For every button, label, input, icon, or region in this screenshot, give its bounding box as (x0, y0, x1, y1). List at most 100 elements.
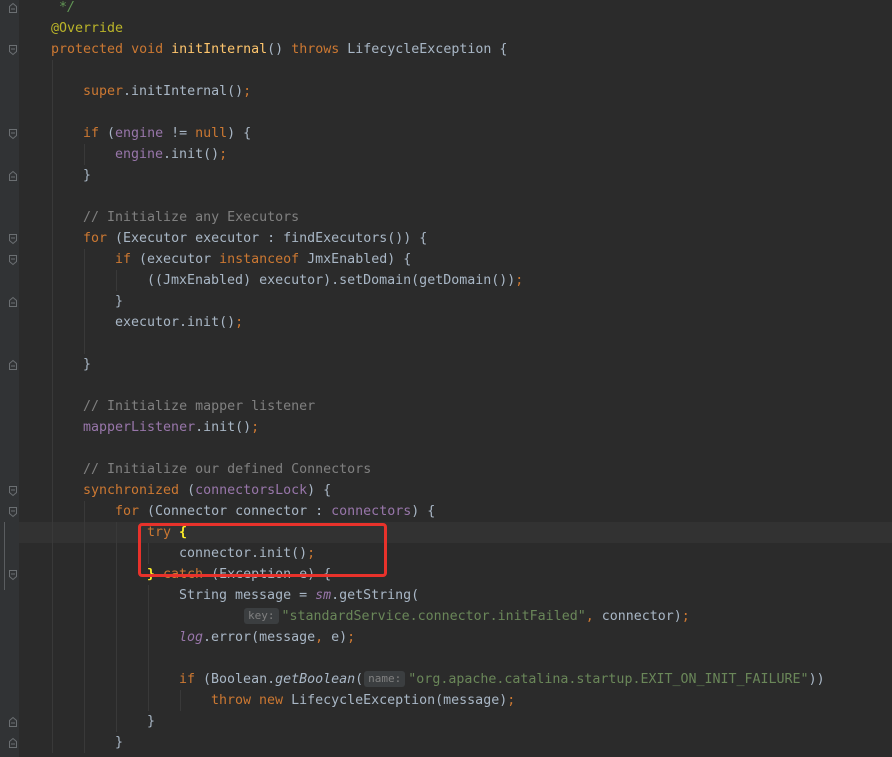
fold-marker-end-icon[interactable] (8, 170, 18, 182)
keyword: if (179, 672, 204, 687)
fold-marker-collapse-icon[interactable] (8, 233, 18, 245)
fold-marker-collapse-icon[interactable] (8, 569, 18, 581)
fold-marker-end-icon[interactable] (8, 296, 18, 308)
code-line[interactable]: } (19, 165, 892, 186)
code-text: (Boolean. (203, 672, 276, 687)
fold-marker-collapse-icon[interactable] (8, 254, 18, 266)
keyword: throw new (211, 693, 292, 708)
code-area[interactable]: */ @Override protected void initInternal… (19, 0, 892, 753)
string-literal: "standardService.connector.initFailed" (281, 609, 586, 624)
code-line[interactable] (19, 438, 892, 459)
method-name: initInternal (171, 42, 268, 57)
code-line[interactable]: // Initialize mapper listener (19, 396, 892, 417)
comma: , (585, 609, 602, 624)
code-line[interactable]: synchronized (connectorsLock) { (19, 480, 892, 501)
code-line[interactable]: for (Connector connector : connectors) { (19, 501, 892, 522)
code-line[interactable]: for (Executor executor : findExecutors()… (19, 228, 892, 249)
code-text: .init() (195, 420, 252, 435)
vcs-change-marker[interactable] (4, 522, 5, 590)
semicolon: ; (515, 273, 524, 288)
parameter-name-hint: name: (364, 671, 406, 687)
fold-marker-collapse-icon[interactable] (8, 128, 18, 140)
code-line[interactable] (19, 333, 892, 354)
code-line[interactable] (19, 102, 892, 123)
code-line[interactable]: if (Boolean.getBoolean(name: "org.apache.… (19, 669, 892, 690)
semicolon: ; (507, 693, 516, 708)
code-text: LifecycleException { (347, 42, 508, 57)
field-reference: engine (115, 147, 164, 162)
code-text: } (115, 735, 124, 750)
comma: , (315, 630, 332, 645)
field-reference: connectorsLock (195, 483, 308, 498)
fold-marker-end-icon[interactable] (8, 716, 18, 728)
fold-marker-collapse-icon[interactable] (8, 485, 18, 497)
static-field-reference: sm (315, 588, 332, 603)
code-text: ) { (411, 504, 436, 519)
code-line[interactable]: super.initInternal(); (19, 81, 892, 102)
annotation: @Override (51, 21, 124, 36)
code-line[interactable]: } (19, 732, 892, 753)
semicolon: ; (681, 609, 690, 624)
code-line[interactable]: protected void initInternal() throws Lif… (19, 39, 892, 60)
static-field-reference: log (179, 630, 204, 645)
code-text: ) { (227, 126, 252, 141)
code-text: e) (331, 630, 348, 645)
code-line[interactable]: throw new LifecycleException(message); (19, 690, 892, 711)
code-line[interactable]: @Override (19, 18, 892, 39)
code-line[interactable]: log.error(message, e); (19, 627, 892, 648)
semicolon: ; (219, 147, 228, 162)
code-line[interactable] (19, 186, 892, 207)
fold-marker-end-icon[interactable] (8, 359, 18, 371)
code-text: LifecycleException(message) (291, 693, 508, 708)
code-line[interactable]: ((JmxEnabled) executor).setDomain(getDom… (19, 270, 892, 291)
code-text: ( (187, 483, 196, 498)
code-text: .initInternal() (123, 84, 244, 99)
code-text: != (163, 126, 196, 141)
code-text: ((JmxEnabled) executor).setDomain(getDom… (147, 273, 516, 288)
keyword: if (83, 126, 108, 141)
code-line[interactable]: if (engine != null) { (19, 123, 892, 144)
keyword: for (115, 504, 148, 519)
keyword: synchronized (83, 483, 188, 498)
code-line[interactable]: // Initialize our defined Connectors (19, 459, 892, 480)
code-line[interactable]: } (19, 354, 892, 375)
code-text: ) { (307, 483, 332, 498)
code-line[interactable] (19, 648, 892, 669)
fold-marker-end-icon[interactable] (8, 2, 18, 14)
code-editor[interactable]: */ @Override protected void initInternal… (19, 0, 892, 757)
keyword: super (83, 84, 124, 99)
line-comment: // Initialize mapper listener (83, 399, 316, 414)
code-line[interactable]: */ (19, 0, 892, 18)
code-text: () (267, 42, 292, 57)
code-line[interactable]: String message = sm.getString( (19, 585, 892, 606)
code-line[interactable]: } (19, 711, 892, 732)
code-line[interactable]: // Initialize any Executors (19, 207, 892, 228)
code-text: (Connector connector : (147, 504, 332, 519)
keyword: if (115, 252, 140, 267)
code-text: (Executor executor : findExecutors()) { (115, 231, 428, 246)
semicolon: ; (235, 315, 244, 330)
fold-marker-collapse-icon[interactable] (8, 506, 18, 518)
code-line[interactable]: key: "standardService.connector.initFaile… (19, 606, 892, 627)
code-text: .getString( (331, 588, 420, 603)
code-line[interactable]: } (19, 291, 892, 312)
code-line[interactable]: mapperListener.init(); (19, 417, 892, 438)
highlight-annotation-box (138, 523, 387, 577)
keyword: null (195, 126, 228, 141)
code-line[interactable]: engine.init(); (19, 144, 892, 165)
keyword: void (131, 42, 172, 57)
code-line[interactable]: executor.init(); (19, 312, 892, 333)
code-text: } (83, 357, 92, 372)
fold-marker-collapse-icon[interactable] (8, 44, 18, 56)
code-line[interactable] (19, 60, 892, 81)
code-line[interactable] (19, 375, 892, 396)
code-text: (executor (139, 252, 220, 267)
keyword: throws (291, 42, 348, 57)
field-reference: mapperListener (83, 420, 196, 435)
code-text: } (83, 168, 92, 183)
code-text: ( (355, 672, 364, 687)
code-text: JmxEnabled) { (307, 252, 412, 267)
semicolon: ; (243, 84, 252, 99)
fold-marker-end-icon[interactable] (8, 737, 18, 749)
code-line[interactable]: if (executor instanceof JmxEnabled) { (19, 249, 892, 270)
